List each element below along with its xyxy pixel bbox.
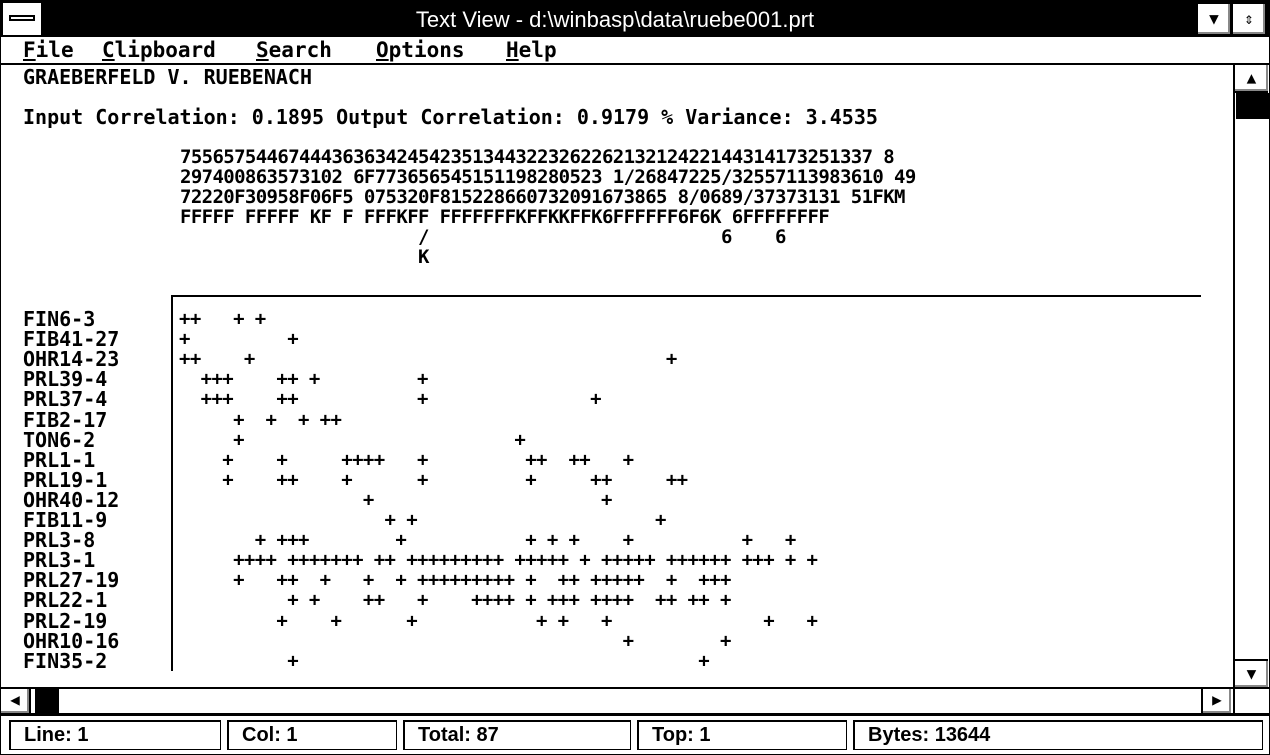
row-marks: + ++ + + + +++++++++ + ++ +++++ + +++ bbox=[179, 569, 731, 592]
row-label: PRL39-4 bbox=[23, 367, 108, 392]
header-line: 72220F30958F06F5 075320F8152286607320916… bbox=[180, 186, 905, 208]
minimize-button[interactable]: ▼ bbox=[1197, 3, 1231, 35]
correlation-stats: Input Correlation: 0.1895 Output Correla… bbox=[23, 105, 878, 129]
menu-search[interactable]: Search bbox=[256, 37, 332, 63]
row-label: PRL2-19 bbox=[23, 608, 108, 633]
menu-file-label: ile bbox=[35, 38, 74, 62]
row-marks: +++ ++ + + bbox=[179, 368, 429, 391]
menu-help-mnemonic: H bbox=[506, 38, 519, 62]
row-label: PRL37-4 bbox=[23, 387, 108, 412]
scroll-right-button[interactable]: ▶ bbox=[1201, 689, 1231, 713]
row-label: FIN6-3 bbox=[23, 307, 96, 331]
status-top: Top: 1 bbox=[637, 720, 847, 750]
arrow-right-icon: ▶ bbox=[1212, 690, 1222, 709]
status-col: Col: 1 bbox=[227, 720, 397, 750]
row-marks: ++ + + bbox=[179, 308, 266, 330]
system-menu-button[interactable] bbox=[3, 3, 43, 35]
row-label: FIB11-9 bbox=[23, 508, 108, 532]
menu-file-mnemonic: F bbox=[23, 38, 36, 62]
scroll-down-button[interactable]: ▼ bbox=[1235, 659, 1268, 687]
menu-bar: File Clipboard Search Options Help bbox=[1, 37, 1269, 65]
system-menu-icon bbox=[9, 15, 35, 21]
vertical-scroll-thumb[interactable] bbox=[1236, 93, 1269, 119]
row-label: FIN35-2 bbox=[23, 648, 108, 673]
minimize-icon: ▼ bbox=[1209, 9, 1219, 28]
row-marks: + + + ++ bbox=[179, 408, 342, 431]
row-marks: + + bbox=[179, 649, 710, 672]
menu-options-label: ptions bbox=[388, 38, 465, 62]
row-marks: + + + bbox=[179, 509, 667, 531]
header-line: K bbox=[180, 246, 429, 268]
window-title: Text View - d:\winbasp\data\ruebe001.prt bbox=[415, 7, 815, 32]
header-line: / 6 6 bbox=[180, 226, 786, 248]
status-line: Line: 1 bbox=[9, 720, 221, 750]
title-bar[interactable]: Text View - d:\winbasp\data\ruebe001.prt… bbox=[1, 1, 1269, 37]
row-label: PRL3-8 bbox=[23, 528, 96, 553]
row-label: FIB41-27 bbox=[23, 327, 120, 352]
menu-help[interactable]: Help bbox=[506, 37, 557, 63]
row-label: FIB2-17 bbox=[23, 407, 108, 432]
horizontal-scrollbar[interactable]: ◀ ▶ bbox=[1, 687, 1233, 713]
menu-file[interactable]: File bbox=[23, 37, 74, 63]
menu-clipboard-label: lipboard bbox=[114, 38, 216, 62]
row-marks: + + bbox=[179, 488, 612, 511]
row-marks: + + bbox=[179, 629, 732, 652]
horizontal-scroll-thumb[interactable] bbox=[35, 689, 59, 713]
scroll-up-button[interactable]: ▲ bbox=[1235, 65, 1268, 93]
row-label: PRL1-1 bbox=[23, 447, 96, 472]
row-label: PRL19-1 bbox=[23, 467, 108, 492]
row-marks: ++ + + bbox=[179, 348, 677, 371]
plot-top-axis bbox=[171, 295, 1201, 297]
menu-clipboard-mnemonic: C bbox=[102, 38, 115, 62]
scrollbar-corner bbox=[1233, 687, 1269, 713]
row-label: PRL27-19 bbox=[23, 568, 120, 593]
row-marks: + + + + + + + + bbox=[179, 609, 818, 632]
row-marks: + ++ + + + ++ ++ bbox=[179, 468, 688, 491]
row-label: OHR40-12 bbox=[23, 487, 120, 512]
scroll-left-button[interactable]: ◀ bbox=[1, 689, 31, 713]
menu-clipboard[interactable]: Clipboard bbox=[102, 37, 216, 63]
arrow-up-icon: ▲ bbox=[1246, 68, 1257, 87]
status-total: Total: 87 bbox=[403, 720, 631, 750]
row-marks: ++++ +++++++ ++ +++++++++ +++++ + +++++ … bbox=[179, 549, 818, 572]
text-view-window: Text View - d:\winbasp\data\ruebe001.prt… bbox=[0, 0, 1270, 755]
menu-options-mnemonic: O bbox=[376, 38, 389, 62]
row-marks: + +++ + + + + + + + bbox=[179, 529, 797, 552]
row-label: PRL22-1 bbox=[23, 588, 108, 613]
text-content-area[interactable]: GRAEBERFELD V. RUEBENACH Input Correlati… bbox=[1, 65, 1233, 687]
plot-left-axis bbox=[171, 295, 173, 671]
document-heading: GRAEBERFELD V. RUEBENACH bbox=[23, 65, 312, 89]
restore-icon: ⇕ bbox=[1244, 9, 1254, 28]
row-marks: + + bbox=[179, 428, 526, 451]
row-label: TON6-2 bbox=[23, 427, 96, 452]
row-marks: + + ++ + ++++ + +++ ++++ ++ ++ + bbox=[179, 589, 731, 612]
menu-search-label: earch bbox=[268, 38, 332, 62]
row-label: OHR10-16 bbox=[23, 628, 120, 653]
header-line: 297400863573102 6F773656545151198280523 … bbox=[180, 166, 916, 188]
status-bytes: Bytes: 13644 bbox=[853, 720, 1263, 750]
row-label: OHR14-23 bbox=[23, 347, 120, 372]
vertical-scrollbar[interactable]: ▲ ▼ bbox=[1233, 65, 1269, 687]
row-marks: + + bbox=[179, 328, 299, 351]
arrow-left-icon: ◀ bbox=[10, 690, 20, 709]
header-line: 7556575446744436363424542351344322326226… bbox=[180, 146, 895, 168]
restore-button[interactable]: ⇕ bbox=[1232, 3, 1266, 35]
row-marks: +++ ++ + + bbox=[179, 388, 602, 411]
header-line: FFFFF FFFFF KF F FFFKFF FFFFFFFKFFKKFFK6… bbox=[180, 206, 830, 228]
menu-help-label: elp bbox=[518, 38, 557, 62]
row-marks: + + ++++ + ++ ++ + bbox=[179, 448, 634, 471]
menu-search-mnemonic: S bbox=[256, 38, 269, 62]
menu-options[interactable]: Options bbox=[376, 37, 465, 63]
row-label: PRL3-1 bbox=[23, 548, 96, 573]
status-bar: Line: 1 Col: 1 Total: 87 Top: 1 Bytes: 1… bbox=[1, 713, 1269, 754]
arrow-down-icon: ▼ bbox=[1246, 664, 1257, 683]
